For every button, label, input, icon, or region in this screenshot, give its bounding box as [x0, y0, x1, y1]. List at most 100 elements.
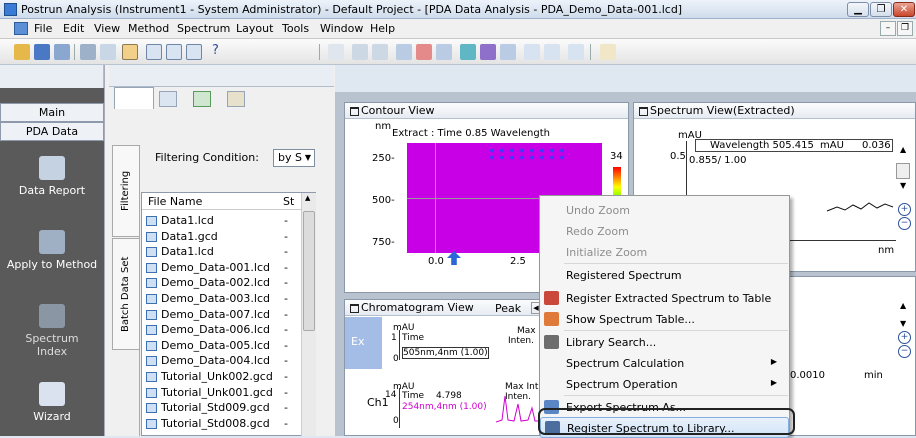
toolbar-separator — [590, 44, 591, 60]
scroll-up-icon[interactable]: ▲ — [900, 301, 906, 310]
file-list-item[interactable]: Demo_Data-002.lcd - — [142, 275, 302, 291]
chrom-plot-2[interactable]: Time 4.798 Max Int Inten. 254nm,4nm (1.0… — [399, 382, 540, 428]
file-list-item[interactable]: Data1.lcd - — [142, 213, 302, 229]
file-list-item[interactable]: Demo_Data-004.lcd - — [142, 353, 302, 369]
layout-icon[interactable] — [146, 44, 162, 60]
menu-spectrum[interactable]: Spectrum — [177, 22, 230, 35]
undo-icon[interactable] — [328, 44, 344, 60]
file-list-scrollbar[interactable]: ▲ — [301, 193, 316, 436]
spectrum-table-icon[interactable] — [416, 44, 432, 60]
print-preview-icon[interactable] — [100, 44, 116, 60]
3d-view-icon[interactable] — [480, 44, 496, 60]
spectrum-view-icon[interactable] — [524, 44, 540, 60]
col-status[interactable]: St — [283, 195, 294, 208]
menu-edit[interactable]: Edit — [63, 22, 84, 35]
tab-chart-icon[interactable] — [114, 87, 154, 109]
print-icon[interactable] — [80, 44, 96, 60]
scroll-up-icon[interactable]: ▲ — [900, 145, 906, 154]
menu-window[interactable]: Window — [320, 22, 363, 35]
report-icon[interactable] — [436, 44, 452, 60]
peak-icon[interactable] — [372, 44, 388, 60]
maximize-button[interactable]: ❐ — [870, 2, 892, 17]
apply-to-method-button[interactable]: Apply to Method — [0, 230, 104, 271]
col-file-name[interactable]: File Name — [148, 195, 202, 208]
scroll-down-icon[interactable]: ▼ — [900, 181, 906, 190]
file-list-item[interactable]: Data1.gcd - — [142, 229, 302, 245]
file-list-item[interactable]: Tutorial_Std009.gcd - — [142, 400, 302, 416]
chromatogram-icon[interactable] — [500, 44, 516, 60]
chrom-plot-1[interactable]: Time Max Inten. 505nm,4nm (1.00) — [399, 326, 539, 360]
scroll-thumb[interactable] — [303, 211, 315, 331]
lower-x-tick: 0.0010 — [790, 370, 825, 381]
menu-item-initialize-zoom[interactable]: Initialize Zoom — [540, 242, 789, 263]
minimize-button[interactable]: ▁ — [847, 2, 869, 17]
calc-icon[interactable] — [568, 44, 584, 60]
tab-data-icon[interactable] — [159, 91, 177, 107]
tab-green-icon[interactable] — [193, 91, 211, 107]
menu-item-register-extracted-spectrum-to-table[interactable]: Register Extracted Spectrum to Table — [540, 288, 789, 309]
chrom1-wavelength: 505nm,4nm (1.00) — [402, 347, 489, 359]
file-list-item[interactable]: Demo_Data-007.lcd - — [142, 307, 302, 323]
zoom-out-icon[interactable]: − — [898, 345, 911, 358]
table-icon[interactable] — [396, 44, 412, 60]
chrom-y-tick-0a: 0 — [393, 354, 399, 364]
tab-settings-icon[interactable] — [227, 91, 245, 107]
layout-bottom-icon[interactable] — [186, 44, 202, 60]
file-list-item[interactable]: Demo_Data-005.lcd - — [142, 338, 302, 354]
menu-item-show-spectrum-table[interactable]: Show Spectrum Table... — [540, 309, 789, 330]
contour-icon[interactable] — [460, 44, 476, 60]
file-name: Demo_Data-003.lcd — [161, 292, 270, 305]
file-icon — [146, 387, 157, 398]
save-icon[interactable] — [34, 44, 50, 60]
menu-item-redo-zoom[interactable]: Redo Zoom — [540, 221, 789, 242]
save-as-icon[interactable] — [54, 44, 70, 60]
file-icon — [146, 418, 157, 429]
menu-item-spectrum-operation[interactable]: Spectrum Operation ▶ — [540, 374, 789, 395]
file-list-item[interactable]: Demo_Data-006.lcd - — [142, 322, 302, 338]
menu-item-registered-spectrum[interactable]: Registered Spectrum — [540, 265, 789, 286]
file-list-item[interactable]: Tutorial_Unk002.gcd - — [142, 369, 302, 385]
tab-batch-data-set[interactable]: Batch Data Set — [112, 238, 140, 350]
data-explorer-icon[interactable] — [122, 44, 138, 60]
file-list-item[interactable]: Data1.lcd - — [142, 244, 302, 260]
spectrum-table-icon — [544, 312, 559, 326]
tab-main[interactable]: Main — [0, 103, 104, 122]
scroll-up-icon[interactable]: ▲ — [305, 194, 310, 202]
menu-tools[interactable]: Tools — [282, 22, 309, 35]
close-button[interactable]: ✕ — [893, 2, 915, 17]
peak-table-icon[interactable] — [544, 44, 560, 60]
zoom-in-icon[interactable]: + — [898, 331, 911, 344]
tab-filtering[interactable]: Filtering — [112, 145, 140, 237]
wizard-button[interactable]: Wizard — [0, 382, 104, 423]
menu-item-library-search[interactable]: Library Search... — [540, 332, 789, 353]
spectrum-index-button[interactable]: Spectrum Index — [0, 304, 104, 358]
tab-pda-data[interactable]: PDA Data — [0, 122, 104, 141]
scale-value: 34 — [610, 151, 623, 162]
mdi-minimize-button[interactable]: – — [880, 21, 896, 36]
file-list-item[interactable]: Tutorial_Unk001.gcd - — [142, 385, 302, 401]
zoom-out-icon[interactable]: − — [898, 217, 911, 230]
menu-file[interactable]: File — [34, 22, 52, 35]
layout-split-icon[interactable] — [166, 44, 182, 60]
menu-help[interactable]: Help — [370, 22, 395, 35]
file-list-item[interactable]: Demo_Data-001.lcd - — [142, 260, 302, 276]
file-list-item[interactable]: Demo_Data-003.lcd - — [142, 291, 302, 307]
menu-method[interactable]: Method — [128, 22, 169, 35]
menu-layout[interactable]: Layout — [236, 22, 273, 35]
filtering-condition-select[interactable]: by S ▼ — [273, 149, 315, 167]
spectrum-scrollbar-thumb[interactable] — [896, 163, 910, 179]
menu-item-spectrum-calculation[interactable]: Spectrum Calculation ▶ — [540, 353, 789, 374]
scroll-down-icon[interactable]: ▼ — [900, 319, 906, 328]
menu-item-undo-zoom[interactable]: Undo Zoom — [540, 200, 789, 221]
file-list-item[interactable]: Tutorial_Std008.gcd - — [142, 416, 302, 432]
mdi-restore-button[interactable]: ❐ — [897, 21, 913, 36]
data-report-button[interactable]: Data Report — [0, 156, 104, 197]
open-icon[interactable] — [14, 44, 30, 60]
chart-settings-icon[interactable] — [600, 44, 616, 60]
zoom-in-icon[interactable]: + — [898, 203, 911, 216]
chevron-down-icon: ▼ — [304, 153, 311, 162]
chart-icon[interactable] — [352, 44, 368, 60]
time-marker-icon[interactable] — [447, 251, 461, 265]
menu-view[interactable]: View — [94, 22, 120, 35]
help-icon[interactable]: ? — [212, 43, 219, 58]
